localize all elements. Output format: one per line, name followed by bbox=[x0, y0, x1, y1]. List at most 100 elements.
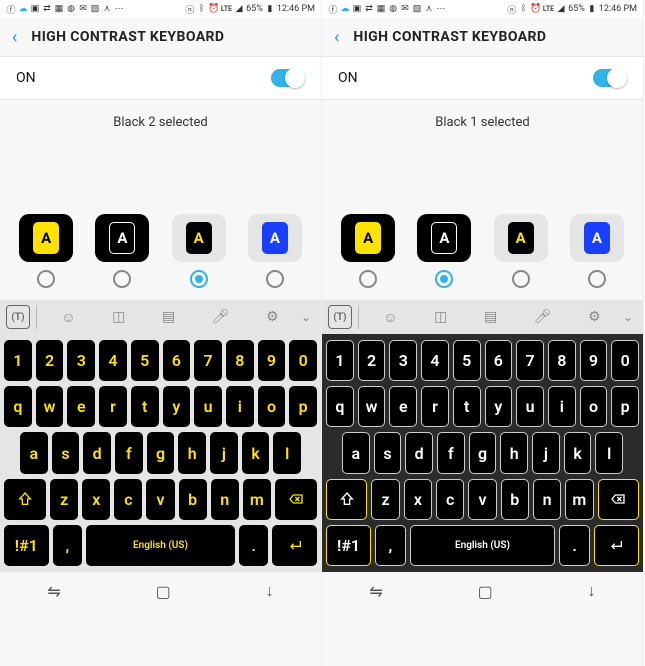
theme-option-yellow1[interactable]: A bbox=[19, 214, 73, 288]
key-n[interactable]: n bbox=[211, 479, 239, 520]
back-icon[interactable]: ‹ bbox=[12, 27, 17, 48]
collapse-icon[interactable]: ⌄ bbox=[619, 310, 637, 324]
key-a[interactable]: a bbox=[342, 432, 370, 473]
key-d[interactable]: d bbox=[405, 432, 433, 473]
key-4[interactable]: 4 bbox=[99, 340, 127, 381]
gear-icon[interactable]: ⚙ bbox=[266, 309, 279, 325]
home-icon[interactable]: ▢ bbox=[156, 582, 171, 601]
key-k[interactable]: k bbox=[564, 432, 592, 473]
key-h[interactable]: h bbox=[500, 432, 528, 473]
key-u[interactable]: u bbox=[516, 386, 544, 427]
text-suggest-icon[interactable]: (T) bbox=[6, 305, 30, 329]
key-d[interactable]: d bbox=[83, 432, 111, 473]
key-n[interactable]: n bbox=[533, 479, 561, 520]
key-p[interactable]: p bbox=[611, 386, 639, 427]
key-c[interactable]: c bbox=[436, 479, 464, 520]
theme-radio[interactable] bbox=[266, 270, 284, 288]
key-2[interactable]: 2 bbox=[358, 340, 386, 381]
key-y[interactable]: y bbox=[485, 386, 513, 427]
key-v[interactable]: v bbox=[468, 479, 496, 520]
key-g[interactable]: g bbox=[469, 432, 497, 473]
theme-radio[interactable] bbox=[190, 270, 208, 288]
key-3[interactable]: 3 bbox=[389, 340, 417, 381]
theme-option-black1[interactable]: A bbox=[95, 214, 149, 288]
key-4[interactable]: 4 bbox=[421, 340, 449, 381]
clipboard-icon[interactable]: ▤ bbox=[162, 309, 175, 325]
key-b[interactable]: b bbox=[179, 479, 207, 520]
hide-kb-icon[interactable]: ↓ bbox=[588, 581, 596, 601]
key-c[interactable]: c bbox=[114, 479, 142, 520]
key-f[interactable]: f bbox=[437, 432, 465, 473]
toggle-switch[interactable] bbox=[593, 69, 627, 87]
key-i[interactable]: i bbox=[226, 386, 254, 427]
key-1[interactable]: 1 bbox=[326, 340, 354, 381]
theme-option-black2[interactable]: A bbox=[494, 214, 548, 288]
key-x[interactable]: x bbox=[82, 479, 110, 520]
symbols-key[interactable]: !#1 bbox=[4, 525, 49, 566]
key-8[interactable]: 8 bbox=[548, 340, 576, 381]
key-o[interactable]: o bbox=[258, 386, 286, 427]
theme-option-blue[interactable]: A bbox=[570, 214, 624, 288]
key-2[interactable]: 2 bbox=[36, 340, 64, 381]
key-p[interactable]: p bbox=[289, 386, 317, 427]
key-u[interactable]: u bbox=[194, 386, 222, 427]
key-s[interactable]: s bbox=[52, 432, 80, 473]
key-0[interactable]: 0 bbox=[289, 340, 317, 381]
theme-option-yellow1[interactable]: A bbox=[341, 214, 395, 288]
key-j[interactable]: j bbox=[532, 432, 560, 473]
theme-radio[interactable] bbox=[37, 270, 55, 288]
key-z[interactable]: z bbox=[371, 479, 399, 520]
text-suggest-icon[interactable]: (T) bbox=[328, 305, 352, 329]
recent-apps-icon[interactable]: ⇋ bbox=[47, 582, 60, 601]
clipboard-icon[interactable]: ▤ bbox=[484, 309, 497, 325]
key-6[interactable]: 6 bbox=[485, 340, 513, 381]
theme-radio[interactable] bbox=[435, 270, 453, 288]
key-x[interactable]: x bbox=[404, 479, 432, 520]
emoji-icon[interactable]: ☺ bbox=[61, 309, 75, 326]
hide-kb-icon[interactable]: ↓ bbox=[266, 581, 274, 601]
toggle-switch[interactable] bbox=[271, 69, 305, 87]
key-l[interactable]: l bbox=[273, 432, 301, 473]
key-v[interactable]: v bbox=[146, 479, 174, 520]
period-key[interactable]: . bbox=[239, 525, 269, 566]
space-key[interactable]: English (US) bbox=[86, 525, 235, 566]
key-h[interactable]: h bbox=[178, 432, 206, 473]
key-y[interactable]: y bbox=[163, 386, 191, 427]
key-t[interactable]: t bbox=[131, 386, 159, 427]
sticker-icon[interactable]: ◫ bbox=[112, 309, 125, 325]
key-8[interactable]: 8 bbox=[226, 340, 254, 381]
key-s[interactable]: s bbox=[374, 432, 402, 473]
gear-icon[interactable]: ⚙ bbox=[588, 309, 601, 325]
key-q[interactable]: q bbox=[326, 386, 354, 427]
key-3[interactable]: 3 bbox=[67, 340, 95, 381]
key-f[interactable]: f bbox=[115, 432, 143, 473]
key-r[interactable]: r bbox=[99, 386, 127, 427]
comma-key[interactable]: , bbox=[53, 525, 83, 566]
mic-icon[interactable]: 🎤︎ bbox=[534, 309, 552, 325]
key-r[interactable]: r bbox=[421, 386, 449, 427]
key-g[interactable]: g bbox=[147, 432, 175, 473]
shift-key[interactable] bbox=[326, 479, 367, 520]
emoji-icon[interactable]: ☺ bbox=[383, 309, 397, 326]
key-e[interactable]: e bbox=[67, 386, 95, 427]
backspace-key[interactable] bbox=[275, 479, 317, 520]
key-w[interactable]: w bbox=[36, 386, 64, 427]
enter-key[interactable] bbox=[594, 525, 639, 566]
theme-option-black2[interactable]: A bbox=[172, 214, 226, 288]
key-m[interactable]: m bbox=[243, 479, 271, 520]
space-key[interactable]: English (US) bbox=[410, 525, 556, 566]
comma-key[interactable]: , bbox=[375, 525, 406, 566]
theme-radio[interactable] bbox=[359, 270, 377, 288]
collapse-icon[interactable]: ⌄ bbox=[297, 310, 315, 324]
key-e[interactable]: e bbox=[389, 386, 417, 427]
key-b[interactable]: b bbox=[501, 479, 529, 520]
sticker-icon[interactable]: ◫ bbox=[434, 309, 447, 325]
key-9[interactable]: 9 bbox=[580, 340, 608, 381]
key-t[interactable]: t bbox=[453, 386, 481, 427]
key-a[interactable]: a bbox=[20, 432, 48, 473]
theme-radio[interactable] bbox=[512, 270, 530, 288]
recent-apps-icon[interactable]: ⇋ bbox=[369, 582, 382, 601]
key-l[interactable]: l bbox=[595, 432, 623, 473]
key-o[interactable]: o bbox=[580, 386, 608, 427]
period-key[interactable]: . bbox=[559, 525, 590, 566]
